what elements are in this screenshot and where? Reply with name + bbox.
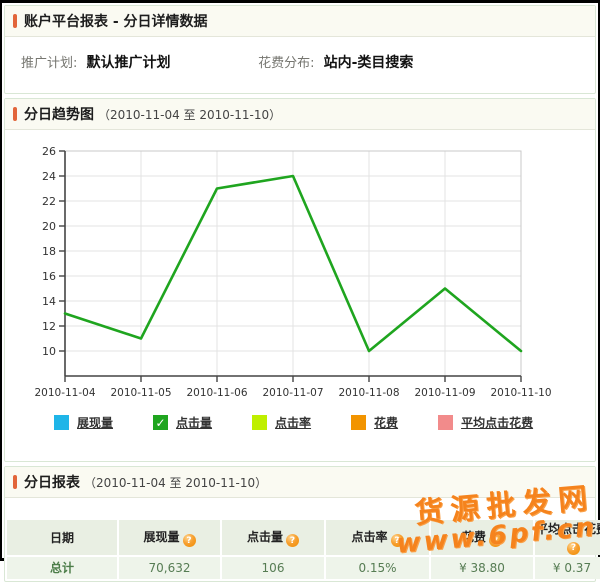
- trend-section-header: 分日趋势图 （2010-11-04 至 2010-11-10）: [5, 99, 595, 130]
- impressions-swatch-icon[interactable]: [54, 415, 69, 430]
- legend-label[interactable]: 点击量: [176, 414, 212, 431]
- legend-item-clicks[interactable]: ✓ 点击量: [153, 414, 212, 431]
- total-label-cell: 总计: [7, 557, 117, 579]
- x-axis-label: 2010-11-07: [262, 387, 323, 399]
- trend-chart: 10 12 14 16 18 20 22 24 26 2010-11-04 2010-11-05 20…: [5, 130, 595, 409]
- orange-marker-icon: [13, 475, 17, 489]
- daily-report-section: 分日报表 （2010-11-04 至 2010-11-10） 日期? 展现量? …: [4, 466, 596, 582]
- promotion-plan-label: 推广计划:: [21, 56, 77, 71]
- legend-label[interactable]: 展现量: [77, 414, 113, 431]
- total-clicks-cell: 106: [222, 557, 324, 579]
- x-axis-label: 2010-11-10: [490, 387, 551, 399]
- y-axis-label: 14: [42, 295, 56, 308]
- legend-label[interactable]: 花费: [374, 414, 398, 431]
- cost-distribution-filter: 花费分布: 站内-类目搜索: [258, 52, 413, 72]
- filters-row: 推广计划: 默认推广计划 花费分布: 站内-类目搜索: [5, 37, 595, 93]
- legend-item-impressions[interactable]: 展现量: [54, 414, 113, 431]
- trend-date-range: （2010-11-04 至 2010-11-10）: [98, 106, 281, 123]
- legend-label[interactable]: 点击率: [275, 414, 311, 431]
- header-avg-cpc: 平均点击花费?: [535, 520, 600, 555]
- cost-swatch-icon[interactable]: [351, 415, 366, 430]
- page-title-bar: 账户平台报表 - 分日详情数据: [5, 6, 595, 37]
- y-axis-label: 26: [42, 145, 56, 158]
- x-axis-label: 2010-11-05: [110, 387, 171, 399]
- legend-item-cost[interactable]: 花费: [351, 414, 398, 431]
- daily-report-table: 日期? 展现量? 点击量? 点击率? 花费? 平均点击花费? 总计 70,632…: [5, 518, 600, 581]
- cost-distribution-label: 花费分布:: [258, 56, 314, 71]
- report-section-title: 分日报表: [24, 472, 80, 492]
- help-icon[interactable]: ?: [183, 534, 196, 547]
- total-impressions-cell: 70,632: [119, 557, 220, 579]
- report-date-range: （2010-11-04 至 2010-11-10）: [84, 474, 267, 491]
- help-icon[interactable]: ?: [489, 534, 502, 547]
- account-report-section: 账户平台报表 - 分日详情数据 推广计划: 默认推广计划 花费分布: 站内-类目…: [4, 5, 596, 94]
- header-ctr: 点击率?: [326, 520, 429, 555]
- help-icon[interactable]: ?: [286, 534, 299, 547]
- y-axis-label: 10: [42, 345, 56, 358]
- promotion-plan-value: 默认推广计划: [86, 55, 170, 71]
- x-axis-label: 2010-11-04: [34, 387, 95, 399]
- x-axis-label: 2010-11-09: [414, 387, 475, 399]
- total-row: 总计 70,632 106 0.15% ¥ 38.80 ¥ 0.37: [7, 557, 600, 579]
- checkmark-icon: ✓: [155, 417, 165, 429]
- y-axis-label: 20: [42, 220, 56, 233]
- orange-marker-icon: [13, 14, 17, 28]
- legend-item-ctr[interactable]: 点击率: [252, 414, 311, 431]
- help-icon[interactable]: ?: [567, 542, 580, 555]
- header-date: 日期?: [7, 520, 117, 555]
- ctr-swatch-icon[interactable]: [252, 415, 267, 430]
- legend-item-avg-cpc[interactable]: 平均点击花费: [438, 414, 533, 431]
- clicks-swatch-icon[interactable]: ✓: [153, 415, 168, 430]
- y-axis-label: 18: [42, 245, 56, 258]
- page-title: 账户平台报表 - 分日详情数据: [24, 11, 208, 31]
- y-axis-label: 12: [42, 320, 56, 333]
- header-impressions: 展现量?: [119, 520, 220, 555]
- avg-cpc-swatch-icon[interactable]: [438, 415, 453, 430]
- total-ctr-cell: 0.15%: [326, 557, 429, 579]
- report-section-header: 分日报表 （2010-11-04 至 2010-11-10）: [5, 467, 595, 498]
- chart-legend: 展现量 ✓ 点击量 点击率 花费 平均点击花费: [54, 414, 595, 431]
- line-chart-canvas: 10 12 14 16 18 20 22 24 26 2010-11-04 2010-11-05 20…: [13, 143, 579, 405]
- daily-trend-section: 分日趋势图 （2010-11-04 至 2010-11-10） 10 12 14 16…: [4, 98, 596, 462]
- trend-section-title: 分日趋势图: [24, 104, 94, 124]
- promotion-plan-filter: 推广计划: 默认推广计划: [21, 52, 253, 72]
- table-header-row: 日期? 展现量? 点击量? 点击率? 花费? 平均点击花费?: [7, 520, 600, 555]
- header-clicks: 点击量?: [222, 520, 324, 555]
- x-axis-label: 2010-11-08: [338, 387, 399, 399]
- x-axis-label: 2010-11-06: [186, 387, 247, 399]
- cost-distribution-value: 站内-类目搜索: [324, 55, 414, 71]
- total-cost-cell: ¥ 38.80: [431, 557, 533, 579]
- y-axis-label: 24: [42, 170, 56, 183]
- y-axis-label: 22: [42, 195, 56, 208]
- total-avg-cpc-cell: ¥ 0.37: [535, 557, 600, 579]
- help-icon[interactable]: ?: [391, 534, 404, 547]
- header-cost: 花费?: [431, 520, 533, 555]
- legend-label[interactable]: 平均点击花费: [461, 414, 533, 431]
- orange-marker-icon: [13, 107, 17, 121]
- y-axis-label: 16: [42, 270, 56, 283]
